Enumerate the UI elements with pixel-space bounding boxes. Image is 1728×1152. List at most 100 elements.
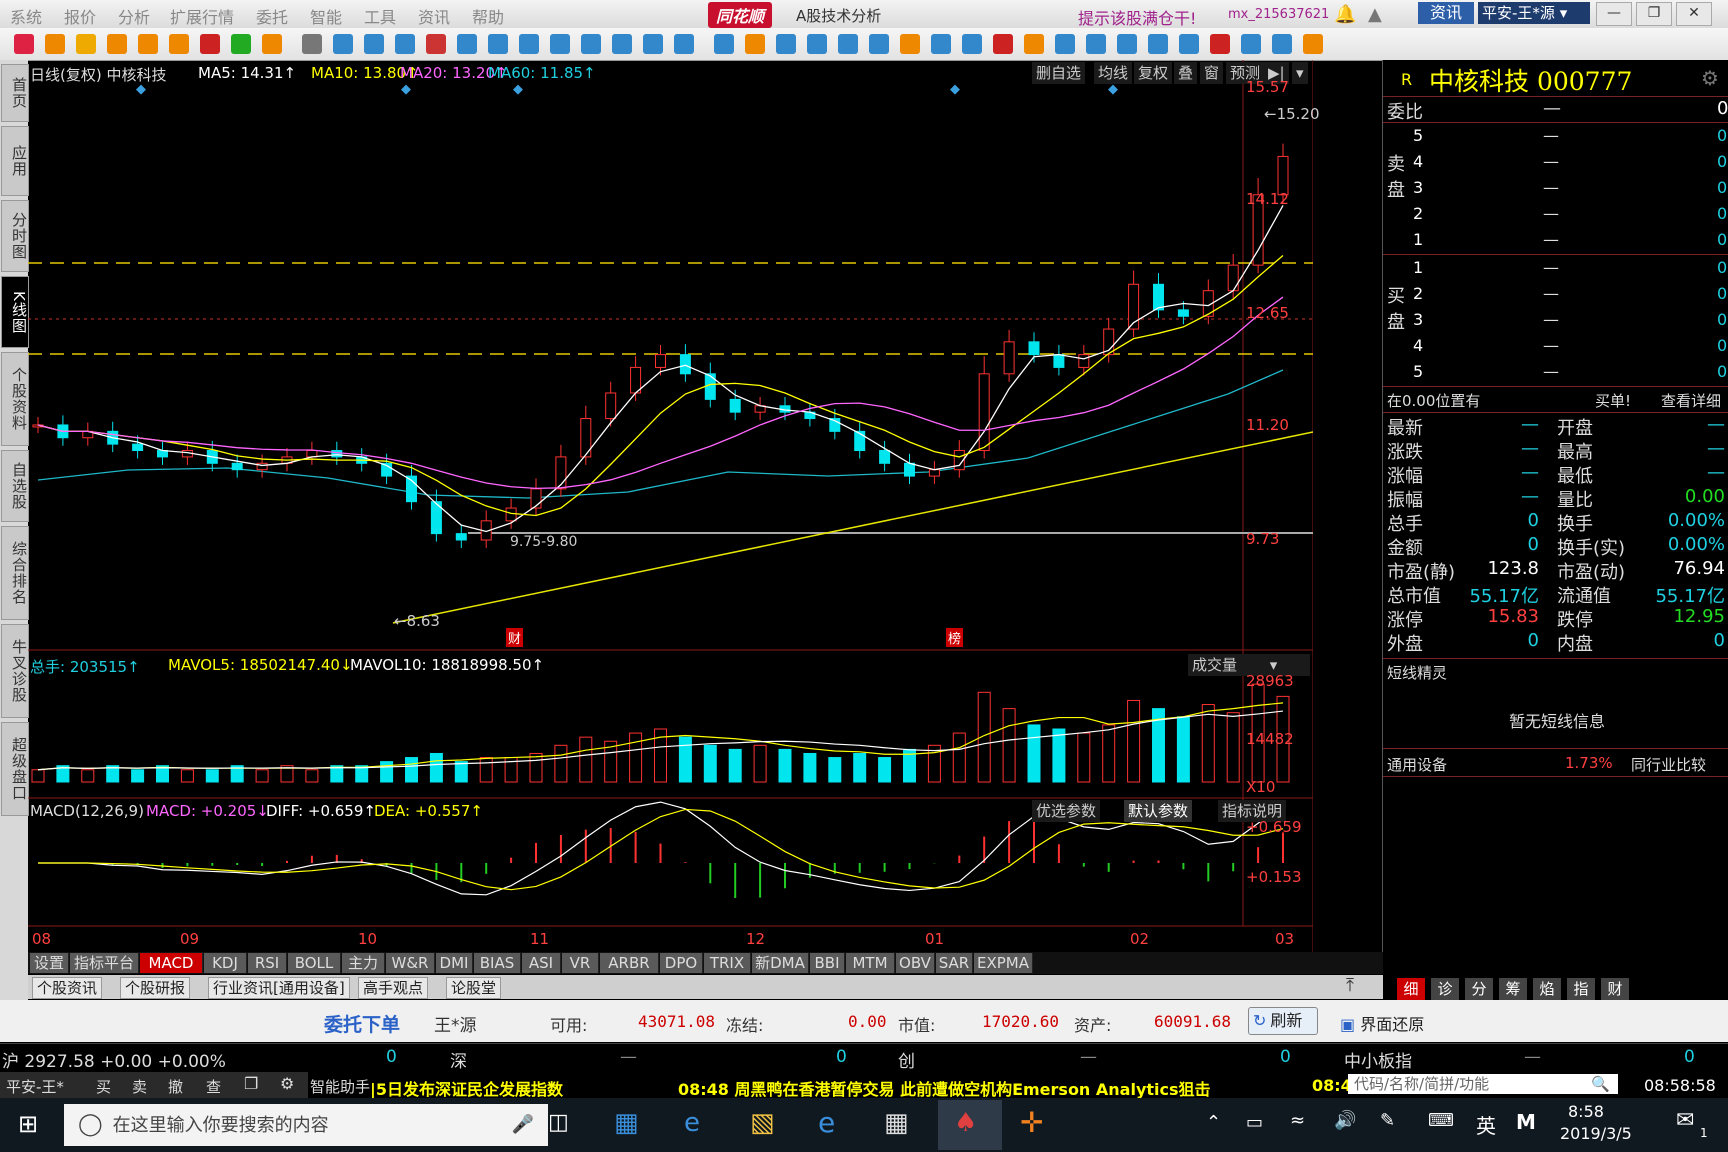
indicator-tab[interactable]: MTM	[846, 953, 895, 973]
toolbar-icon[interactable]	[900, 34, 920, 54]
menu-smart[interactable]: 智能	[310, 4, 342, 28]
toolbar-icon[interactable]	[200, 34, 220, 54]
tab-home[interactable]: 首页	[1, 64, 29, 122]
toolbar-icon[interactable]	[869, 34, 889, 54]
news-button[interactable]: 资讯	[1418, 2, 1474, 24]
optimize-params-button[interactable]: 优选参数	[1032, 800, 1101, 822]
tab-industry-news[interactable]: 行业资讯[通用设备]	[208, 977, 350, 999]
toolbar-icon[interactable]	[262, 34, 282, 54]
toolbar-icon[interactable]	[1117, 34, 1137, 54]
menu-system[interactable]: 系统	[10, 4, 42, 28]
tab-apps[interactable]: 应用	[1, 126, 29, 196]
level-price[interactable]: —	[1543, 284, 1559, 303]
indicator-tab[interactable]: 新DMA	[752, 953, 809, 973]
indicator-tab[interactable]: ASI	[522, 953, 561, 973]
toolbar-icon[interactable]	[581, 34, 601, 54]
quote-tab[interactable]: 财	[1601, 978, 1629, 1000]
toolbar-icon[interactable]	[333, 34, 353, 54]
explorer-icon[interactable]: ▧	[750, 1108, 775, 1138]
toolbar-icon[interactable]	[993, 34, 1013, 54]
indicator-tab[interactable]: EXPMA	[974, 953, 1033, 973]
tonghuashun-taskbar-button[interactable]: ♠	[938, 1100, 1002, 1150]
tab-kline[interactable]: K线图	[1, 276, 29, 348]
close-button[interactable]: ✕	[1676, 2, 1712, 26]
calculator-icon[interactable]: ▦	[884, 1108, 909, 1138]
toolbar-icon[interactable]	[488, 34, 508, 54]
level-price[interactable]: —	[1543, 310, 1559, 329]
assistant-label[interactable]: 智能助手	[310, 1076, 370, 1097]
financial-report-mark[interactable]: 财	[506, 628, 524, 647]
news-ticker-3[interactable]: 08:4	[1312, 1076, 1352, 1095]
quote-tab[interactable]: 诊	[1431, 978, 1459, 1000]
quote-tab[interactable]: 筹	[1499, 978, 1527, 1000]
level-price[interactable]: —	[1543, 204, 1559, 223]
toolbar-icon[interactable]	[1148, 34, 1168, 54]
indicator-tab[interactable]: KDJ	[204, 953, 247, 973]
news-ticker-1[interactable]: |5日发布深证民企发展指数	[370, 1076, 563, 1100]
quote-tab[interactable]: 细	[1397, 978, 1425, 1000]
tab-timeshare[interactable]: 分时图	[1, 200, 29, 272]
account-name[interactable]: mx_215637621	[1228, 7, 1329, 22]
toolbar-icon[interactable]	[807, 34, 827, 54]
toolbar-icon[interactable]	[426, 34, 446, 54]
sector-name[interactable]: 通用设备	[1387, 754, 1447, 775]
event-marker[interactable]: ◆	[136, 82, 146, 97]
toolbar-icon[interactable]	[745, 34, 765, 54]
level-price[interactable]: —	[1543, 230, 1559, 249]
chart-area[interactable]: 日线(复权) 中核科技 MA5: 14.31↑ MA10: 13.80↑ MA2…	[28, 60, 1320, 962]
tab-forum[interactable]: 论股堂	[446, 977, 502, 999]
menu-analysis[interactable]: 分析	[118, 4, 150, 28]
minimize-button[interactable]: —	[1596, 2, 1632, 26]
toolbar-icon[interactable]	[231, 34, 251, 54]
toolbar-icon[interactable]	[714, 34, 734, 54]
detail-link[interactable]: 查看详细	[1661, 390, 1721, 411]
quick-trade-account[interactable]: 平安-王*	[6, 1076, 64, 1097]
remove-watchlist-button[interactable]: 删自选	[1032, 62, 1086, 84]
keyboard-icon[interactable]: ⌨	[1428, 1110, 1454, 1131]
news-ticker-2[interactable]: 08:48 周黑鸭在香港暂停交易 此前遭做空机构Emerson Analytic…	[678, 1076, 1211, 1100]
tab-expert-views[interactable]: 高手观点	[358, 977, 429, 999]
toolbar-icon[interactable]	[550, 34, 570, 54]
volume-icon[interactable]: 🔊	[1334, 1110, 1356, 1131]
toolbar-icon[interactable]	[519, 34, 539, 54]
toolbar-icon[interactable]	[138, 34, 158, 54]
indicator-tab[interactable]: VR	[562, 953, 599, 973]
cy-index-label[interactable]: 创	[898, 1047, 915, 1072]
tab-stock-info[interactable]: 个股资料	[1, 352, 29, 446]
toolbar-icon[interactable]	[1086, 34, 1106, 54]
quick-cancel-button[interactable]: 撤	[168, 1076, 183, 1097]
event-marker[interactable]: ◆	[513, 82, 523, 97]
menu-extended[interactable]: 扩展行情	[170, 4, 234, 28]
toolbar-icon[interactable]	[931, 34, 951, 54]
indicator-tab[interactable]: 指标平台	[70, 953, 139, 973]
toolbar-icon[interactable]	[45, 34, 65, 54]
toolbar-icon[interactable]	[1055, 34, 1075, 54]
sector-compare-link[interactable]: 同行业比较	[1631, 754, 1706, 775]
tab-watchlist[interactable]: 自选股	[1, 450, 29, 522]
taskbar-time[interactable]: 8:58	[1568, 1102, 1604, 1121]
gear-icon[interactable]: ⚙	[1701, 66, 1719, 90]
chevron-up-icon[interactable]: ⌃	[1206, 1112, 1221, 1133]
indicator-tab[interactable]: TRIX	[704, 953, 751, 973]
ime-icon[interactable]: M	[1516, 1110, 1536, 1134]
level-price[interactable]: —	[1543, 126, 1559, 145]
toolbar-icon[interactable]	[457, 34, 477, 54]
windows-start-icon[interactable]: ⊞	[18, 1110, 38, 1138]
toolbar-icon[interactable]	[76, 34, 96, 54]
quick-buy-button[interactable]: 买	[96, 1076, 111, 1097]
maximize-button[interactable]: ❐	[1636, 2, 1672, 26]
overlay-button[interactable]: 叠	[1174, 62, 1198, 84]
event-marker[interactable]: ◆	[1108, 82, 1118, 97]
restore-ui-button[interactable]: ▣ 界面还原	[1340, 1011, 1424, 1035]
toolbar-icon[interactable]	[302, 34, 322, 54]
indicator-tab[interactable]: BIAS	[474, 953, 521, 973]
toolbar-icon[interactable]	[1210, 34, 1230, 54]
indicator-tab[interactable]: DPO	[660, 953, 703, 973]
menu-news[interactable]: 资讯	[418, 4, 450, 28]
window-button[interactable]: 窗	[1200, 62, 1224, 84]
default-params-button[interactable]: 默认参数	[1124, 800, 1193, 822]
tab-stock-research[interactable]: 个股研报	[120, 977, 191, 999]
dragon-tiger-mark[interactable]: 榜	[946, 628, 964, 647]
toolbar-icon[interactable]	[14, 34, 34, 54]
indicator-tab[interactable]: BBI	[810, 953, 845, 973]
